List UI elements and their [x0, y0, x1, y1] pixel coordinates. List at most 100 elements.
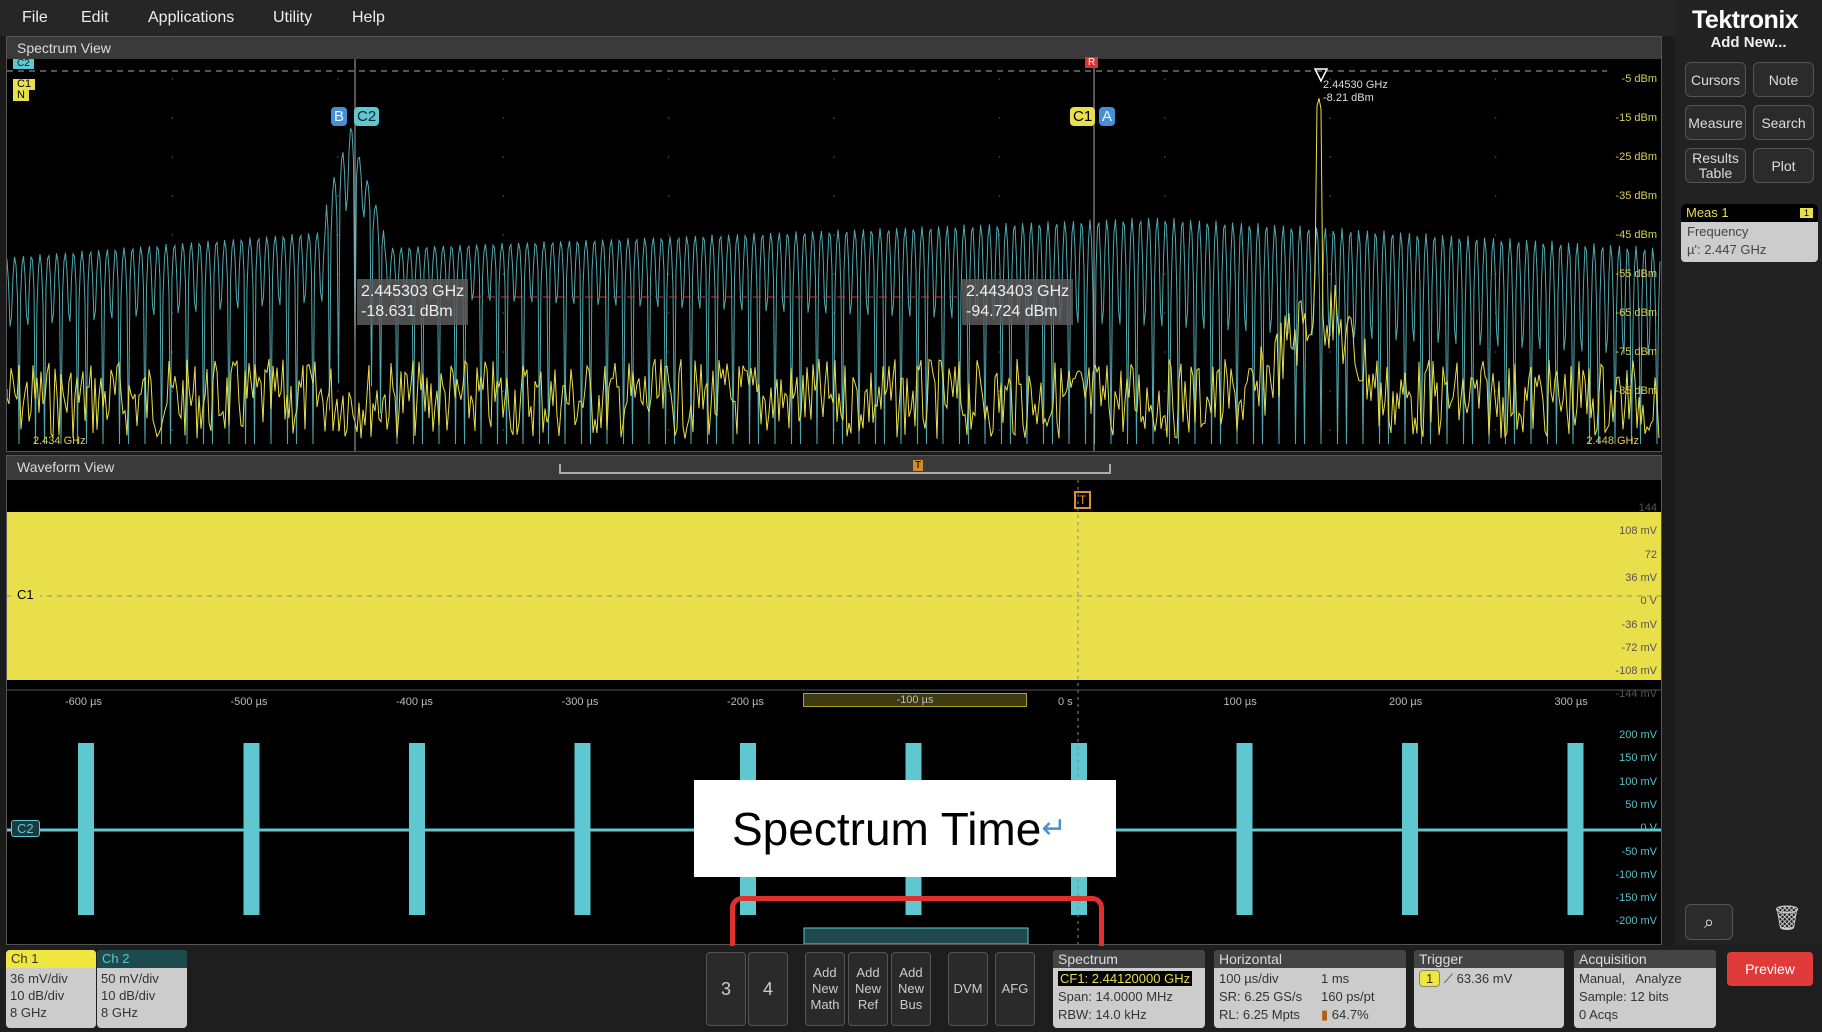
ch2-badge[interactable]: Ch 2 50 mV/div 10 dB/div 8 GHz [97, 950, 187, 1028]
timeline-overview[interactable] [559, 464, 1111, 474]
ch2-bandwidth: 8 GHz [101, 1005, 138, 1020]
ch2-offset-handle[interactable]: C2 [11, 820, 40, 837]
axis-label: 0 V [1640, 595, 1657, 608]
menu-utility[interactable]: Utility [273, 9, 312, 27]
axis-label: -15 dBm [1615, 112, 1657, 124]
trash-icon[interactable]: 🗑 [1772, 904, 1802, 933]
grid-dot [337, 390, 339, 392]
axis-label: 50 mV [1625, 798, 1657, 811]
spectrum-view[interactable]: Spectrum View -5 dBm -15 dBm -25 dBm -35 dB… [6, 36, 1662, 452]
ch2-db-scale: 10 dB/div [101, 988, 156, 1003]
grid-dot [502, 429, 505, 431]
grid-dot [1164, 429, 1166, 431]
annotation-text: Spectrum Time [732, 802, 1042, 855]
meas-1-title: Meas 1 [1686, 205, 1729, 220]
acquisition-badge[interactable]: Acquisition Manual, Analyze Sample: 12 bit… [1574, 950, 1716, 1028]
note-button[interactable]: Note [1753, 62, 1814, 97]
acquisition-sample: Sample: 12 bits [1579, 989, 1669, 1004]
grid-dot [337, 78, 339, 80]
ch1-label: Ch 1 [6, 950, 96, 968]
grid-dot [833, 117, 835, 119]
trigger-level: 63.36 mV [1456, 971, 1513, 986]
add-new-bus-button[interactable]: Add New Bus [891, 952, 931, 1026]
grid-dot [833, 273, 835, 275]
grid-dot [502, 312, 505, 314]
menu-edit[interactable]: Edit [81, 9, 109, 27]
spectrum-badge[interactable]: Spectrum CF1: 2.44120000 GHz Span: 14.0000… [1053, 950, 1205, 1028]
grid-dot [1164, 390, 1166, 392]
channel-3-button[interactable]: 3 [706, 952, 746, 1026]
grid-dot [502, 234, 505, 236]
sample-rate: SR: 6.25 GS/s [1219, 989, 1303, 1004]
ch2-spectrum-tag[interactable]: C2 [13, 59, 34, 69]
horizontal-badge[interactable]: Horizontal 100 µs/div 1 ms SR: 6.25 GS/s 160… [1214, 950, 1406, 1028]
trigger-badge[interactable]: Trigger 1 ⟋ 63.36 mV [1414, 950, 1564, 1028]
plot-button[interactable]: Plot [1753, 148, 1814, 183]
spectrum-plot[interactable] [7, 59, 1661, 451]
menu-applications[interactable]: Applications [148, 9, 234, 27]
time-label: 200 µs [1389, 696, 1423, 708]
menu-help[interactable]: Help [352, 9, 385, 27]
grid-dot [1164, 195, 1166, 197]
results-table-button[interactable]: Results Table [1685, 148, 1746, 183]
cursor-a-tag[interactable]: A [1099, 107, 1116, 126]
spectrum-badge-title: Spectrum [1053, 950, 1205, 968]
grid-dot [1164, 312, 1166, 314]
zoom-icon[interactable]: ⌕ [1685, 904, 1733, 940]
grid-dot [667, 351, 670, 353]
cursor-b-tag[interactable]: B [331, 107, 348, 126]
search-button[interactable]: Search [1753, 105, 1814, 140]
cursor-c2-tag[interactable]: C2 [354, 107, 380, 126]
horizontal-title: Horizontal [1214, 950, 1406, 968]
add-new-ref-button[interactable]: Add New Ref [848, 952, 888, 1026]
grid-dot [1329, 117, 1331, 119]
grid-dot [1494, 195, 1497, 197]
cursor-a-readout: 2.445303 GHz -18.631 dBm [357, 279, 469, 325]
grid-dot [1329, 429, 1331, 431]
grid-dot [171, 429, 174, 431]
meas-1-value: µ': 2.447 GHz [1687, 242, 1767, 257]
rbw: RBW: 14.0 kHz [1058, 1007, 1147, 1022]
ch1-waveform [7, 512, 1661, 680]
cursor-b-freq: 2.443403 GHz [966, 283, 1070, 300]
meas-1-badge[interactable]: Meas 1 1 Frequency µ': 2.447 GHz [1681, 204, 1818, 262]
grid-dot [171, 156, 174, 158]
time-label: -500 µs [230, 696, 268, 708]
cursors-button[interactable]: Cursors [1685, 62, 1746, 97]
grid-dot [337, 195, 339, 197]
ch2-pulse [1236, 743, 1253, 915]
time-label: -400 µs [396, 696, 433, 708]
axis-label: -100 mV [1615, 868, 1657, 881]
grid-dot [998, 429, 1001, 431]
grid-dot [667, 78, 670, 80]
add-new-math-button[interactable]: Add New Math [805, 952, 845, 1026]
spectrum-view-title: Spectrum View [7, 37, 1661, 59]
grid-dot [1164, 156, 1166, 158]
grid-dot [998, 117, 1001, 119]
afg-button[interactable]: AFG [995, 952, 1035, 1026]
grid-dot [502, 273, 505, 275]
grid-dot [502, 78, 505, 80]
peak-freq: 2.44530 GHz [1323, 79, 1388, 91]
reference-level-marker[interactable]: R [1085, 57, 1099, 68]
preview-button[interactable]: Preview [1727, 952, 1813, 986]
axis-label: 200 mV [1619, 729, 1657, 741]
center-frequency: CF1: 2.44120000 GHz [1058, 971, 1193, 986]
tektronix-logo: Tektronix [1692, 6, 1799, 34]
axis-label: 0 V [1640, 822, 1657, 835]
grid-dot [1494, 351, 1497, 353]
menu-bar: File Edit Applications Utility Help [0, 0, 1675, 36]
dvm-button[interactable]: DVM [948, 952, 988, 1026]
cursor-c1-tag[interactable]: C1 [1070, 107, 1096, 126]
ch1-offset-handle[interactable]: C1 [11, 586, 40, 603]
measure-button[interactable]: Measure [1685, 105, 1746, 140]
trigger-title: Trigger [1414, 950, 1564, 968]
grid-dot [1494, 78, 1497, 80]
ch1-badge[interactable]: Ch 1 36 mV/div 10 dB/div 8 GHz [6, 950, 96, 1028]
trigger-overview-marker[interactable]: T [913, 460, 924, 471]
peak-readout: 2.44530 GHz -8.21 dBm [1323, 79, 1388, 105]
menu-file[interactable]: File [22, 9, 48, 27]
channel-4-button[interactable]: 4 [748, 952, 788, 1026]
grid-dot [1494, 429, 1497, 431]
grid-dot [502, 195, 505, 197]
